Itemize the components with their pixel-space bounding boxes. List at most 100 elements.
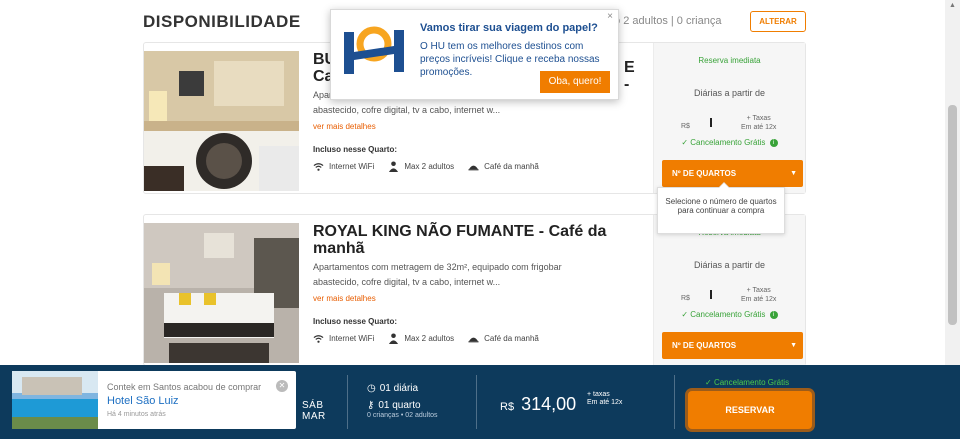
page-title: DISPONIBILIDADE bbox=[143, 12, 301, 31]
room-desc-line1: Apartamentos com metragem de 32m², equip… bbox=[313, 262, 562, 272]
daily-from-label: Diárias a partir de bbox=[693, 88, 766, 98]
room-info: ROYAL KING NÃO FUMANTE - Café da manhã A… bbox=[313, 223, 638, 344]
rooms-select-label: Nº DE QUARTOS bbox=[672, 341, 737, 350]
search-summary: o 2 adultos | 0 criança bbox=[614, 15, 721, 27]
checkin-month: MAR bbox=[302, 411, 326, 422]
tax-note: + Taxas Em até 12x bbox=[741, 287, 777, 303]
info-icon[interactable]: i bbox=[769, 138, 778, 147]
booking-bar: Contek em Santos acabou de comprar Hotel… bbox=[0, 365, 960, 439]
free-cancel-label: ✓ Cancelamento Grátis i bbox=[654, 138, 805, 147]
divider bbox=[347, 375, 348, 429]
free-cancel-text: Cancelamento Grátis bbox=[690, 310, 766, 319]
total-price: R$ 314,00 + taxas Em até 12x bbox=[500, 391, 622, 415]
total-currency: R$ bbox=[500, 401, 515, 413]
more-details-link[interactable]: ver mais detalhes bbox=[313, 294, 638, 303]
notification-time: Há 4 minutos atrás bbox=[107, 411, 166, 418]
included-title: Incluso nesse Quarto: bbox=[313, 145, 398, 154]
rooms-count-select[interactable]: Nº DE QUARTOS ▼ bbox=[662, 332, 803, 359]
room-name[interactable]: ROYAL KING NÃO FUMANTE - Café da manhã bbox=[313, 223, 628, 257]
close-icon[interactable]: ✕ bbox=[276, 380, 288, 392]
cloche-icon bbox=[468, 165, 479, 171]
reserve-button[interactable]: RESERVAR bbox=[688, 391, 812, 429]
checkin-day: SÁB bbox=[302, 400, 324, 411]
close-icon[interactable]: × bbox=[607, 11, 613, 22]
tax-note: + Taxas Em até 12x bbox=[741, 115, 777, 131]
room-card: ROYAL KING NÃO FUMANTE - Café da manhã A… bbox=[143, 214, 806, 366]
promo-title: Vamos tirar sua viagem do papel? bbox=[420, 22, 598, 34]
total-amount: 314,00 bbox=[521, 394, 577, 414]
rooms-count-select[interactable]: Nº DE QUARTOS ▼ bbox=[662, 160, 803, 187]
hotel-thumbnail bbox=[12, 371, 98, 429]
amenity-breakfast: Café da manhã bbox=[468, 161, 539, 172]
price-column: Reserva imediata Diárias a partir de R$ … bbox=[653, 215, 805, 365]
nights-label: 01 diária bbox=[379, 383, 419, 394]
person-icon bbox=[389, 161, 399, 172]
total-tax-note: + taxas Em até 12x bbox=[587, 391, 623, 406]
amenity-wifi: Internet WiFi bbox=[313, 333, 374, 344]
check-icon: ✓ bbox=[705, 378, 712, 387]
rooms-line: ⚷ 01 quarto bbox=[367, 400, 438, 411]
search-summary-guests: 2 adultos | 0 criança bbox=[623, 15, 722, 27]
amenity-label: Café da manhã bbox=[484, 162, 539, 171]
currency-label: R$ bbox=[681, 295, 690, 302]
free-cancel-text: Cancelamento Grátis bbox=[713, 378, 790, 387]
currency-label: R$ bbox=[681, 123, 690, 130]
amenity-wifi: Internet WiFi bbox=[313, 161, 374, 172]
scrollbar[interactable]: ▲ bbox=[945, 0, 960, 365]
free-cancel-label: ✓ Cancelamento Grátis bbox=[705, 378, 789, 387]
amenities-list: Internet WiFi Max 2 adultos Café da manh… bbox=[313, 333, 638, 344]
amenities-list: Internet WiFi Max 2 adultos Café da manh… bbox=[313, 161, 638, 172]
check-icon: ✓ bbox=[681, 310, 689, 319]
amenity-label: Max 2 adultos bbox=[404, 162, 455, 171]
rooms-select-tooltip: Selecione o número de quartos para conti… bbox=[657, 182, 785, 234]
stay-summary: ◷ 01 diária ⚷ 01 quarto 0 crianças • 02 … bbox=[367, 383, 438, 419]
key-icon: ⚷ bbox=[367, 400, 375, 411]
room-photo[interactable] bbox=[144, 223, 299, 363]
amenity-label: Max 2 adultos bbox=[404, 334, 455, 343]
room-desc-line2: abastecido, cofre digital, tv a cabo, in… bbox=[313, 105, 501, 115]
promo-cta-button[interactable]: Oba, quero! bbox=[540, 71, 610, 93]
reserve-now-label: Reserva imediata bbox=[698, 56, 761, 65]
checkin-date: SÁB MAR bbox=[302, 400, 326, 422]
more-details-link[interactable]: ver mais detalhes bbox=[313, 122, 638, 131]
caret-down-icon: ▼ bbox=[790, 342, 797, 349]
amenity-label: Café da manhã bbox=[484, 334, 539, 343]
hu-logo-icon bbox=[344, 26, 404, 74]
price-placeholder bbox=[710, 118, 712, 127]
check-icon: ✓ bbox=[681, 138, 689, 147]
room-desc-line2: abastecido, cofre digital, tv a cabo, in… bbox=[313, 277, 501, 287]
amenity-capacity: Max 2 adultos bbox=[388, 161, 454, 172]
nights-line: ◷ 01 diária bbox=[367, 383, 438, 394]
purchase-notification: Contek em Santos acabou de comprar Hotel… bbox=[12, 371, 296, 429]
rooms-label: 01 quarto bbox=[378, 400, 421, 411]
divider bbox=[476, 375, 477, 429]
rooms-select-label: Nº DE QUARTOS bbox=[672, 169, 737, 178]
wifi-icon bbox=[313, 335, 324, 343]
price-column: Reserva imediata Diárias a partir de R$ … bbox=[653, 43, 805, 193]
divider bbox=[674, 375, 675, 429]
daily-from-label: Diárias a partir de bbox=[693, 260, 766, 270]
free-cancel-label: ✓ Cancelamento Grátis i bbox=[654, 310, 805, 319]
guests-label: 0 crianças • 02 adultos bbox=[367, 412, 438, 419]
free-cancel-text: Cancelamento Grátis bbox=[690, 138, 766, 147]
room-name-tail: E - bbox=[624, 59, 635, 93]
amenity-label: Internet WiFi bbox=[329, 162, 375, 171]
page: DISPONIBILIDADE o 2 adultos | 0 criança … bbox=[0, 0, 960, 439]
scroll-up-icon[interactable]: ▲ bbox=[949, 2, 956, 9]
cloche-icon bbox=[468, 337, 479, 343]
scroll-thumb[interactable] bbox=[948, 105, 957, 325]
person-icon bbox=[389, 333, 399, 344]
wifi-icon bbox=[313, 163, 324, 171]
amenity-capacity: Max 2 adultos bbox=[388, 333, 454, 344]
promo-popup: Vamos tirar sua viagem do papel? O HU te… bbox=[330, 9, 619, 100]
price-placeholder bbox=[710, 290, 712, 299]
included-title: Incluso nesse Quarto: bbox=[313, 317, 398, 326]
amenity-breakfast: Café da manhã bbox=[468, 333, 539, 344]
notification-hotel-link[interactable]: Hotel São Luiz bbox=[107, 395, 179, 407]
room-photo[interactable] bbox=[144, 51, 299, 191]
clock-icon: ◷ bbox=[367, 383, 376, 394]
room-description: Apartamentos com metragem de 32m², equip… bbox=[313, 260, 638, 290]
alter-search-button[interactable]: ALTERAR bbox=[750, 11, 806, 32]
notification-text: Contek em Santos acabou de comprar bbox=[107, 382, 262, 392]
info-icon[interactable]: i bbox=[769, 310, 778, 319]
